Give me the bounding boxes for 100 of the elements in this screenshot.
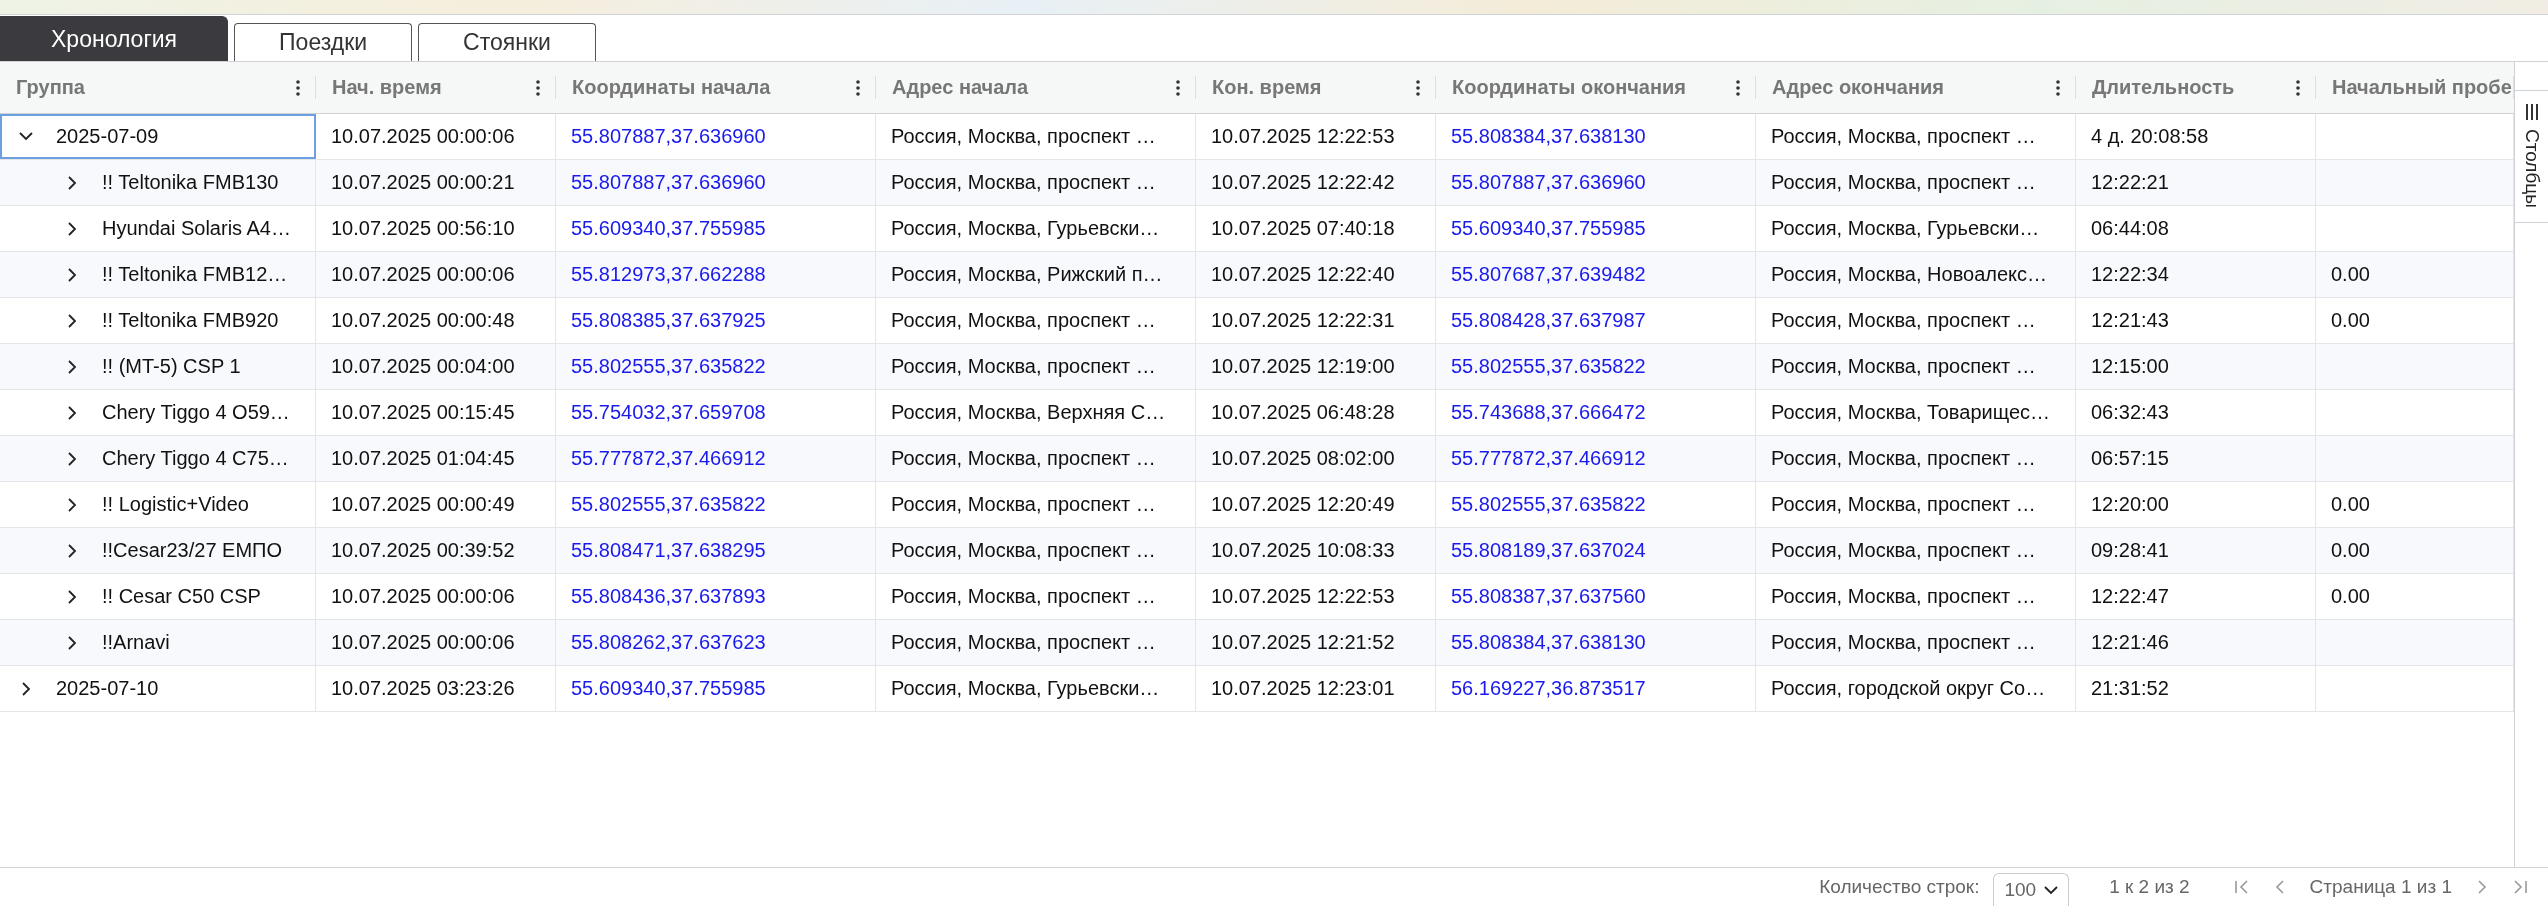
tab[interactable]: Стоянки — [418, 23, 596, 61]
table-cell: 12:21:43 — [2076, 298, 2316, 343]
coordinates-link[interactable]: 55.808436,37.637893 — [556, 574, 876, 619]
header-label: Координаты окончания — [1452, 76, 1687, 99]
kebab-menu-icon[interactable] — [1736, 79, 1740, 96]
chevron-down-icon — [2044, 885, 2059, 895]
table-cell: 10.07.2025 10:08:33 — [1196, 528, 1436, 573]
table-cell: 10.07.2025 00:00:06 — [316, 252, 556, 297]
group-cell[interactable]: !! Cesar C50 CSP — [0, 574, 316, 619]
table-cell: 10.07.2025 12:22:42 — [1196, 160, 1436, 205]
first-page-icon[interactable] — [2233, 879, 2250, 895]
group-label: !! Teltonika FMB130 — [102, 171, 279, 194]
table-cell: 10.07.2025 01:04:45 — [316, 436, 556, 481]
page-size-select[interactable]: 100 — [1993, 873, 2070, 906]
table-cell: Россия, Москва, проспект … — [876, 344, 1196, 389]
table-cell: Россия, Москва, проспект … — [1756, 482, 2076, 527]
group-cell[interactable]: !!Arnavi — [0, 620, 316, 665]
kebab-menu-icon[interactable] — [1416, 79, 1420, 96]
table-cell: 10.07.2025 00:00:06 — [316, 114, 556, 159]
kebab-menu-icon[interactable] — [1176, 79, 1180, 96]
table-cell: 12:20:00 — [2076, 482, 2316, 527]
table-cell: 4 д. 20:08:58 — [2076, 114, 2316, 159]
coordinates-link[interactable]: 55.609340,37.755985 — [556, 666, 876, 711]
group-cell[interactable]: !! Logistic+Video — [0, 482, 316, 527]
tab[interactable]: Поездки — [234, 23, 413, 61]
table-cell: Россия, Москва, проспект … — [1756, 114, 2076, 159]
table-cell: 10.07.2025 00:00:49 — [316, 482, 556, 527]
group-cell[interactable]: !! (MT-5) CSP 1 — [0, 344, 316, 389]
column-header[interactable]: Нач. время — [316, 62, 556, 113]
group-cell[interactable]: Chery Tiggo 4 O59… — [0, 390, 316, 435]
coordinates-link[interactable]: 55.808262,37.637623 — [556, 620, 876, 665]
table-cell: Россия, Москва, проспект … — [1756, 528, 2076, 573]
coordinates-link[interactable]: 55.807887,37.636960 — [556, 114, 876, 159]
table-cell: 10.07.2025 00:39:52 — [316, 528, 556, 573]
group-cell[interactable]: !! Teltonika FMB130 — [0, 160, 316, 205]
table-cell: 10.07.2025 12:22:31 — [1196, 298, 1436, 343]
coordinates-link[interactable]: 55.777872,37.466912 — [556, 436, 876, 481]
coordinates-link[interactable]: 55.802555,37.635822 — [1436, 344, 1756, 389]
table-cell: Россия, Москва, Верхняя С… — [876, 390, 1196, 435]
table-cell: Россия, Москва, проспект … — [1756, 574, 2076, 619]
coordinates-link[interactable]: 55.808387,37.637560 — [1436, 574, 1756, 619]
coordinates-link[interactable]: 55.808471,37.638295 — [556, 528, 876, 573]
coordinates-link[interactable]: 55.609340,37.755985 — [1436, 206, 1756, 251]
table-cell: Россия, Москва, Рижский п… — [876, 252, 1196, 297]
kebab-menu-icon[interactable] — [856, 79, 860, 96]
coordinates-link[interactable]: 55.807687,37.639482 — [1436, 252, 1756, 297]
group-cell[interactable]: 2025-07-09 — [0, 114, 316, 159]
columns-panel-tab[interactable]: Столбцы — [2515, 90, 2548, 223]
header-label: Кон. время — [1212, 76, 1322, 99]
column-header[interactable]: Координаты окончания — [1436, 62, 1756, 113]
tab[interactable]: Хронология — [0, 16, 229, 61]
group-label: !! Cesar C50 CSP — [102, 585, 261, 608]
kebab-menu-icon[interactable] — [296, 79, 300, 96]
column-header[interactable]: Длительность — [2076, 62, 2316, 113]
table-cell: 12:22:34 — [2076, 252, 2316, 297]
coordinates-link[interactable]: 55.777872,37.466912 — [1436, 436, 1756, 481]
coordinates-link[interactable]: 55.743688,37.666472 — [1436, 390, 1756, 435]
table-cell: 10.07.2025 12:21:52 — [1196, 620, 1436, 665]
group-cell[interactable]: Chery Tiggo 4 C75… — [0, 436, 316, 481]
kebab-menu-icon[interactable] — [536, 79, 540, 96]
coordinates-link[interactable]: 55.802555,37.635822 — [556, 344, 876, 389]
coordinates-link[interactable]: 55.808428,37.637987 — [1436, 298, 1756, 343]
kebab-menu-icon[interactable] — [2056, 79, 2060, 96]
coordinates-link[interactable]: 55.802555,37.635822 — [1436, 482, 1756, 527]
group-cell[interactable]: !! Teltonika FMB920 — [0, 298, 316, 343]
group-cell[interactable]: 2025-07-10 — [0, 666, 316, 711]
coordinates-link[interactable]: 55.609340,37.755985 — [556, 206, 876, 251]
coordinates-link[interactable]: 55.808384,37.638130 — [1436, 114, 1756, 159]
coordinates-link[interactable]: 55.807887,37.636960 — [556, 160, 876, 205]
column-header[interactable]: Адрес окончания — [1756, 62, 2076, 113]
column-header[interactable]: Координаты начала — [556, 62, 876, 113]
group-cell[interactable]: !! Teltonika FMB12… — [0, 252, 316, 297]
table-cell: 10.07.2025 12:22:40 — [1196, 252, 1436, 297]
coordinates-link[interactable]: 55.754032,37.659708 — [556, 390, 876, 435]
column-header[interactable]: Начальный пробе — [2316, 62, 2514, 113]
table-cell: 06:44:08 — [2076, 206, 2316, 251]
coordinates-link[interactable]: 55.802555,37.635822 — [556, 482, 876, 527]
last-page-icon[interactable] — [2512, 879, 2528, 895]
column-header[interactable]: Кон. время — [1196, 62, 1436, 113]
menu-icon[interactable] — [2524, 104, 2539, 120]
coordinates-link[interactable]: 55.808384,37.638130 — [1436, 620, 1756, 665]
table-cell: Россия, Москва, Гурьевски… — [876, 206, 1196, 251]
group-cell[interactable]: !!Cesar23/27 ЕМПО — [0, 528, 316, 573]
column-header[interactable]: Группа — [0, 62, 316, 113]
coordinates-link[interactable]: 56.169227,36.873517 — [1436, 666, 1756, 711]
coordinates-link[interactable]: 55.808189,37.637024 — [1436, 528, 1756, 573]
table-cell: 10.07.2025 00:04:00 — [316, 344, 556, 389]
table-cell: Россия, Москва, проспект … — [876, 528, 1196, 573]
table-cell: 10.07.2025 12:19:00 — [1196, 344, 1436, 389]
group-label: !! Teltonika FMB920 — [102, 309, 279, 332]
table-cell: 12:15:00 — [2076, 344, 2316, 389]
coordinates-link[interactable]: 55.807887,37.636960 — [1436, 160, 1756, 205]
coordinates-link[interactable]: 55.808385,37.637925 — [556, 298, 876, 343]
coordinates-link[interactable]: 55.812973,37.662288 — [556, 252, 876, 297]
group-cell[interactable]: Hyundai Solaris A4… — [0, 206, 316, 251]
table-cell: 10.07.2025 00:00:21 — [316, 160, 556, 205]
group-label: !!Arnavi — [102, 631, 170, 654]
column-header[interactable]: Адрес начала — [876, 62, 1196, 113]
kebab-menu-icon[interactable] — [2296, 79, 2300, 96]
header-label: Группа — [16, 76, 85, 99]
